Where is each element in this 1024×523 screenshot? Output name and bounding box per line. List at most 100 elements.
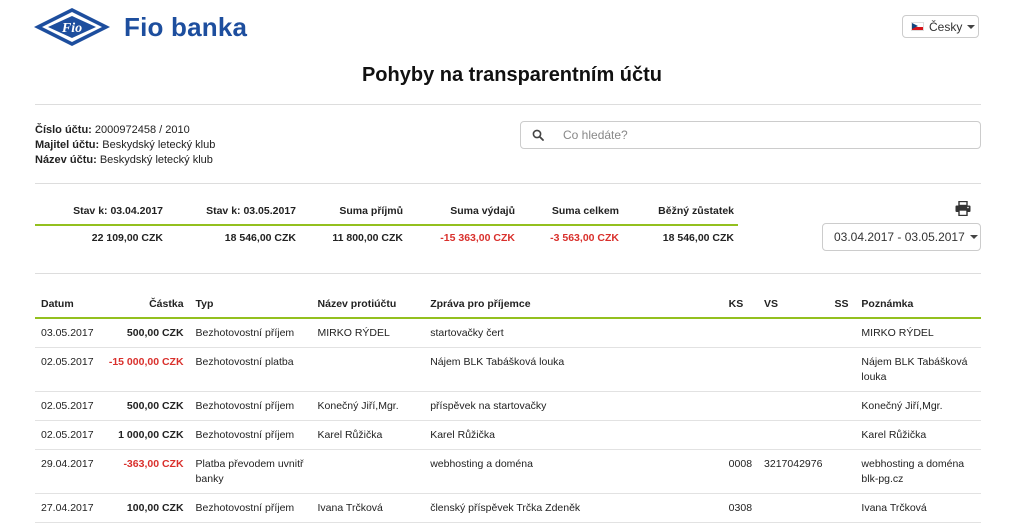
- summary-header: Suma výdajů: [450, 205, 515, 217]
- account-number-label: Číslo účtu:: [35, 124, 92, 136]
- column-header-amount[interactable]: Částka: [99, 291, 190, 319]
- cell-note: Nájem BLK Tabášková louka: [855, 347, 981, 392]
- account-number: 2000972458 / 2010: [94, 124, 190, 136]
- cell-date: 27.04.2017: [35, 493, 100, 523]
- summary-value: 18 546,00 CZK: [662, 232, 734, 244]
- cell-ks: [722, 318, 759, 348]
- cell-amount: -363,00 CZK: [99, 449, 190, 494]
- cell-counterparty: MIRKO RÝDEL: [311, 318, 425, 348]
- cell-type: Bezhotovostní příjem: [189, 493, 312, 523]
- cell-ks: 0008: [722, 449, 759, 494]
- cell-note: Konečný Jiří,Mgr.: [855, 391, 981, 421]
- table-row: 02.05.2017 1 000,00 CZK Bezhotovostní př…: [35, 420, 981, 450]
- cell-ss: [828, 420, 856, 450]
- svg-text:Fio: Fio: [61, 21, 82, 36]
- cell-amount: 100,00 CZK: [99, 493, 190, 523]
- chevron-down-icon: [967, 24, 976, 29]
- cell-type: Bezhotovostní příjem: [189, 391, 312, 421]
- print-icon: [955, 200, 971, 217]
- date-range-value: 03.04.2017 - 03.05.2017: [834, 230, 965, 244]
- account-name-row: Název účtu: Beskydský letecký klub: [35, 153, 215, 168]
- table-header-row: Datum Částka Typ Název protiúčtu Zpráva …: [35, 291, 981, 319]
- column-header-message[interactable]: Zpráva pro příjemce: [424, 291, 723, 319]
- cell-vs: 3217042976: [758, 449, 829, 494]
- table-row: 02.05.2017 -15 000,00 CZK Bezhotovostní …: [35, 347, 981, 392]
- table-row: 02.05.2017 500,00 CZK Bezhotovostní příj…: [35, 391, 981, 421]
- summary-value: 22 109,00 CZK: [91, 232, 163, 244]
- summary-divider: [35, 224, 738, 226]
- search-box[interactable]: [520, 121, 981, 149]
- account-owner-row: Majitel účtu: Beskydský letecký klub: [35, 138, 215, 153]
- table-row: 29.04.2017 -363,00 CZK Platba převodem u…: [35, 449, 981, 494]
- cell-date: 02.05.2017: [35, 347, 100, 392]
- cell-vs: [758, 318, 829, 348]
- cell-amount: -15 000,00 CZK: [99, 347, 190, 392]
- table-row: 03.05.2017 500,00 CZK Bezhotovostní příj…: [35, 318, 981, 348]
- cell-type: Bezhotovostní příjem: [189, 318, 312, 348]
- search-input[interactable]: [561, 127, 945, 143]
- account-name: Beskydský letecký klub: [99, 154, 213, 166]
- summary-value: 11 800,00 CZK: [332, 232, 403, 244]
- cell-ss: [828, 347, 856, 392]
- cell-ss: [828, 318, 856, 348]
- summary-values: 22 109,00 CZK 18 546,00 CZK 11 800,00 CZ…: [35, 232, 738, 244]
- summary-header: Suma celkem: [551, 205, 619, 217]
- column-header-date[interactable]: Datum: [35, 291, 100, 319]
- cell-counterparty: [311, 449, 425, 494]
- cell-ss: [828, 449, 856, 494]
- cell-note: Karel Růžička: [855, 420, 981, 450]
- cell-vs: [758, 391, 829, 421]
- divider: [35, 183, 981, 184]
- cell-counterparty: Ivana Trčková: [311, 493, 425, 523]
- cell-date: 29.04.2017: [35, 449, 100, 494]
- summary-value: -15 363,00 CZK: [440, 232, 515, 244]
- summary-header: Běžný zůstatek: [658, 205, 734, 217]
- summary-header: Stav k: 03.05.2017: [206, 205, 296, 217]
- cell-type: Bezhotovostní příjem: [189, 420, 312, 450]
- cell-message: příspěvek na startovačky: [424, 391, 723, 421]
- account-name-label: Název účtu:: [35, 154, 97, 166]
- column-header-type[interactable]: Typ: [189, 291, 312, 319]
- chevron-down-icon: [969, 235, 978, 239]
- cell-vs: [758, 493, 829, 523]
- column-header-note[interactable]: Poznámka: [855, 291, 981, 319]
- czech-flag-icon: [911, 22, 924, 31]
- account-owner-label: Majitel účtu:: [35, 139, 100, 151]
- transactions-table: Datum Částka Typ Název protiúčtu Zpráva …: [35, 291, 981, 523]
- column-header-counterparty[interactable]: Název protiúčtu: [311, 291, 425, 319]
- column-header-ss[interactable]: SS: [828, 291, 856, 319]
- cell-vs: [758, 347, 829, 392]
- language-select[interactable]: Česky: [902, 15, 979, 38]
- table-row: 27.04.2017 100,00 CZK Bezhotovostní příj…: [35, 493, 981, 523]
- summary-header: Suma příjmů: [339, 205, 403, 217]
- summary-header: Stav k: 03.04.2017: [73, 205, 163, 217]
- cell-ks: [722, 420, 759, 450]
- date-range-select[interactable]: 03.04.2017 - 03.05.2017: [822, 223, 981, 251]
- summary-value: -3 563,00 CZK: [550, 232, 619, 244]
- cell-date: 02.05.2017: [35, 420, 100, 450]
- search-icon: [532, 129, 544, 141]
- summary-value: 18 546,00 CZK: [224, 232, 296, 244]
- cell-note: Ivana Trčková: [855, 493, 981, 523]
- divider: [35, 104, 981, 105]
- account-number-row: Číslo účtu: 2000972458 / 2010: [35, 123, 215, 138]
- cell-message: webhosting a doména: [424, 449, 723, 494]
- cell-ss: [828, 493, 856, 523]
- cell-message: Nájem BLK Tabášková louka: [424, 347, 723, 392]
- cell-counterparty: [311, 347, 425, 392]
- cell-ss: [828, 391, 856, 421]
- account-info: Číslo účtu: 2000972458 / 2010 Majitel úč…: [35, 123, 215, 168]
- cell-message: členský příspěvek Trčka Zdeněk: [424, 493, 723, 523]
- fio-logo[interactable]: Fio Fio banka: [34, 8, 247, 46]
- cell-ks: [722, 347, 759, 392]
- cell-amount: 500,00 CZK: [99, 391, 190, 421]
- cell-counterparty: Karel Růžička: [311, 420, 425, 450]
- print-button[interactable]: [955, 200, 971, 219]
- brand-name: Fio banka: [124, 11, 248, 42]
- cell-vs: [758, 420, 829, 450]
- cell-amount: 1 000,00 CZK: [99, 420, 190, 450]
- header: Fio Fio banka Česky: [0, 0, 1024, 56]
- column-header-ks[interactable]: KS: [722, 291, 759, 319]
- column-header-vs[interactable]: VS: [758, 291, 829, 319]
- cell-note: MIRKO RÝDEL: [855, 318, 981, 348]
